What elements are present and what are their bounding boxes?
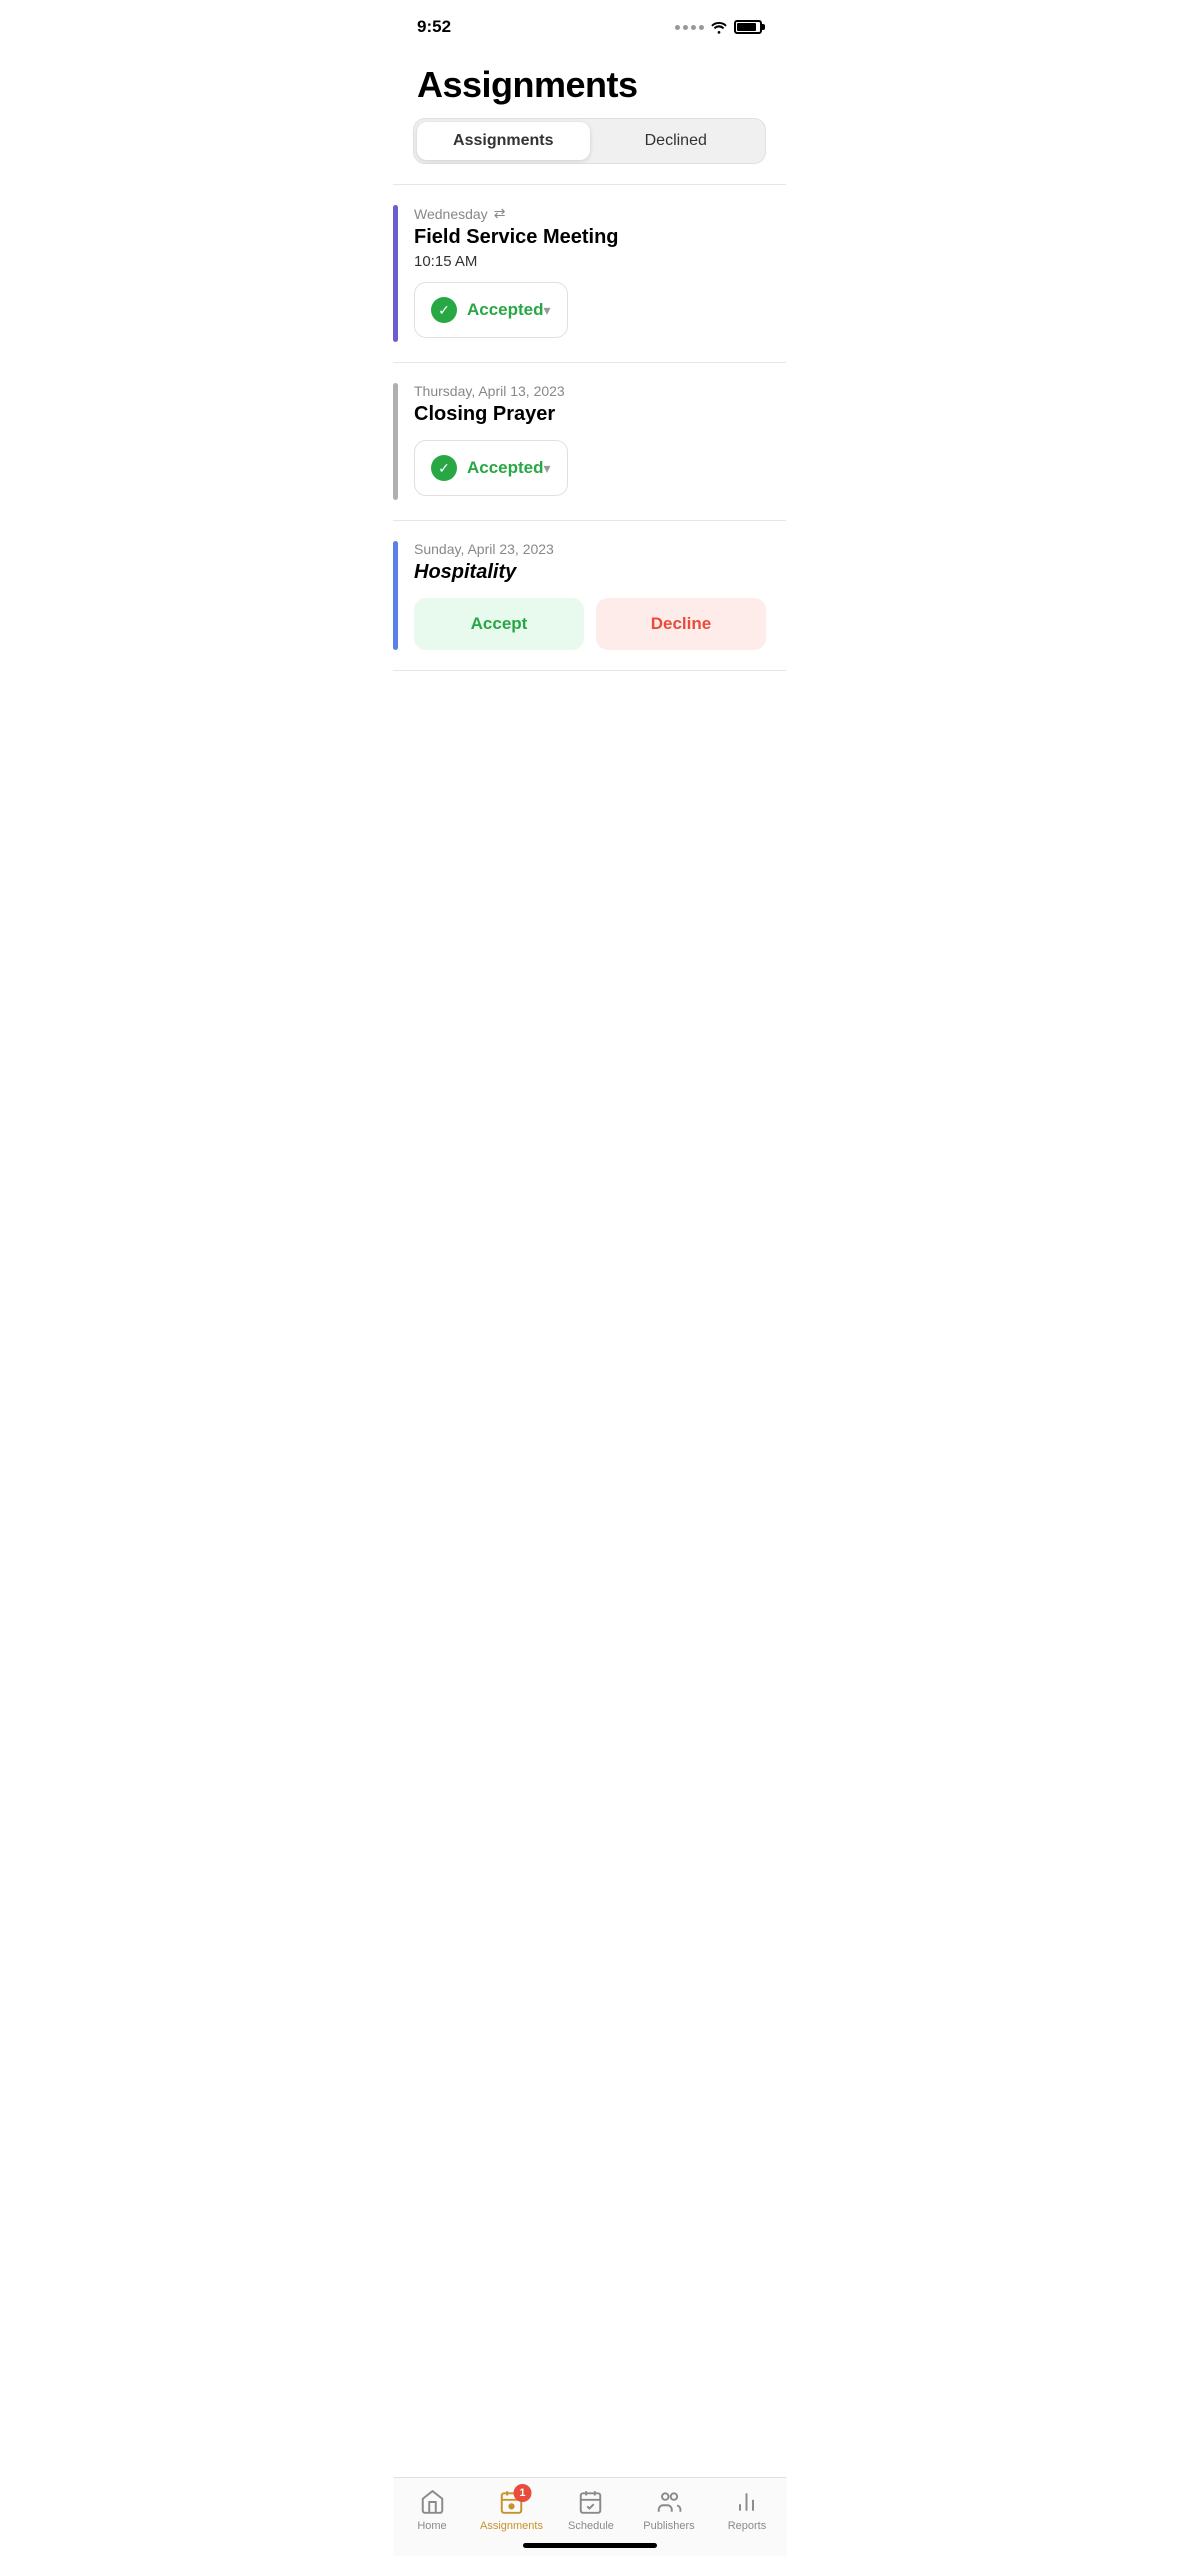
wifi-icon (710, 20, 728, 34)
tab-switcher: Assignments Declined (413, 118, 766, 164)
nav-label-assignments: Assignments (480, 2520, 543, 2532)
card-time: 10:15 AM (414, 253, 766, 270)
chevron-down-icon: ▾ (544, 302, 551, 319)
nav-item-home[interactable]: Home (402, 2488, 462, 2532)
schedule-icon (577, 2488, 605, 2516)
card-accent (393, 205, 398, 342)
home-icon (418, 2488, 446, 2516)
card-date: Thursday, April 13, 2023 (414, 383, 766, 399)
tab-assignments[interactable]: Assignments (417, 122, 590, 160)
signal-icon (675, 25, 704, 30)
card-title: Hospitality (414, 561, 766, 584)
card-accent (393, 383, 398, 500)
reports-icon (733, 2488, 761, 2516)
card-accent (393, 541, 398, 650)
publishers-icon (655, 2488, 683, 2516)
chevron-down-icon: ▾ (544, 460, 551, 477)
assignments-list: Wednesday ⇄ Field Service Meeting 10:15 … (393, 185, 786, 671)
card-content: Thursday, April 13, 2023 Closing Prayer … (414, 383, 766, 500)
repeat-icon: ⇄ (494, 205, 506, 222)
card-date: Sunday, April 23, 2023 (414, 541, 766, 557)
card-content: Sunday, April 23, 2023 Hospitality Accep… (414, 541, 766, 650)
status-button[interactable]: ✓ Accepted ▾ (414, 440, 568, 496)
nav-item-schedule[interactable]: Schedule (561, 2488, 621, 2532)
status-bar: 9:52 (393, 0, 786, 48)
nav-label-publishers: Publishers (643, 2520, 694, 2532)
nav-label-home: Home (417, 2520, 446, 2532)
tab-declined[interactable]: Declined (590, 122, 763, 160)
assignment-card: Wednesday ⇄ Field Service Meeting 10:15 … (393, 185, 786, 363)
assignment-card: Thursday, April 13, 2023 Closing Prayer … (393, 363, 786, 521)
nav-item-publishers[interactable]: Publishers (639, 2488, 699, 2532)
battery-icon (734, 20, 762, 34)
status-time: 9:52 (417, 17, 451, 37)
check-circle-icon: ✓ (431, 455, 457, 481)
assignments-icon: 1 (497, 2488, 525, 2516)
status-button[interactable]: ✓ Accepted ▾ (414, 282, 568, 338)
home-indicator (523, 2543, 657, 2548)
action-buttons: Accept Decline (414, 598, 766, 650)
status-label: Accepted (467, 458, 544, 478)
check-circle-icon: ✓ (431, 297, 457, 323)
card-title: Field Service Meeting (414, 226, 766, 249)
nav-label-schedule: Schedule (568, 2520, 614, 2532)
nav-label-reports: Reports (728, 2520, 767, 2532)
nav-badge-assignments: 1 (513, 2484, 531, 2502)
card-content: Wednesday ⇄ Field Service Meeting 10:15 … (414, 205, 766, 342)
page-title: Assignments (393, 48, 786, 118)
decline-button[interactable]: Decline (596, 598, 766, 650)
accept-button[interactable]: Accept (414, 598, 584, 650)
status-label: Accepted (467, 300, 544, 320)
status-icons (675, 20, 762, 34)
nav-item-reports[interactable]: Reports (717, 2488, 777, 2532)
card-title: Closing Prayer (414, 403, 766, 426)
assignment-card: Sunday, April 23, 2023 Hospitality Accep… (393, 521, 786, 671)
nav-item-assignments[interactable]: 1 Assignments (480, 2488, 543, 2532)
card-date: Wednesday ⇄ (414, 205, 766, 222)
